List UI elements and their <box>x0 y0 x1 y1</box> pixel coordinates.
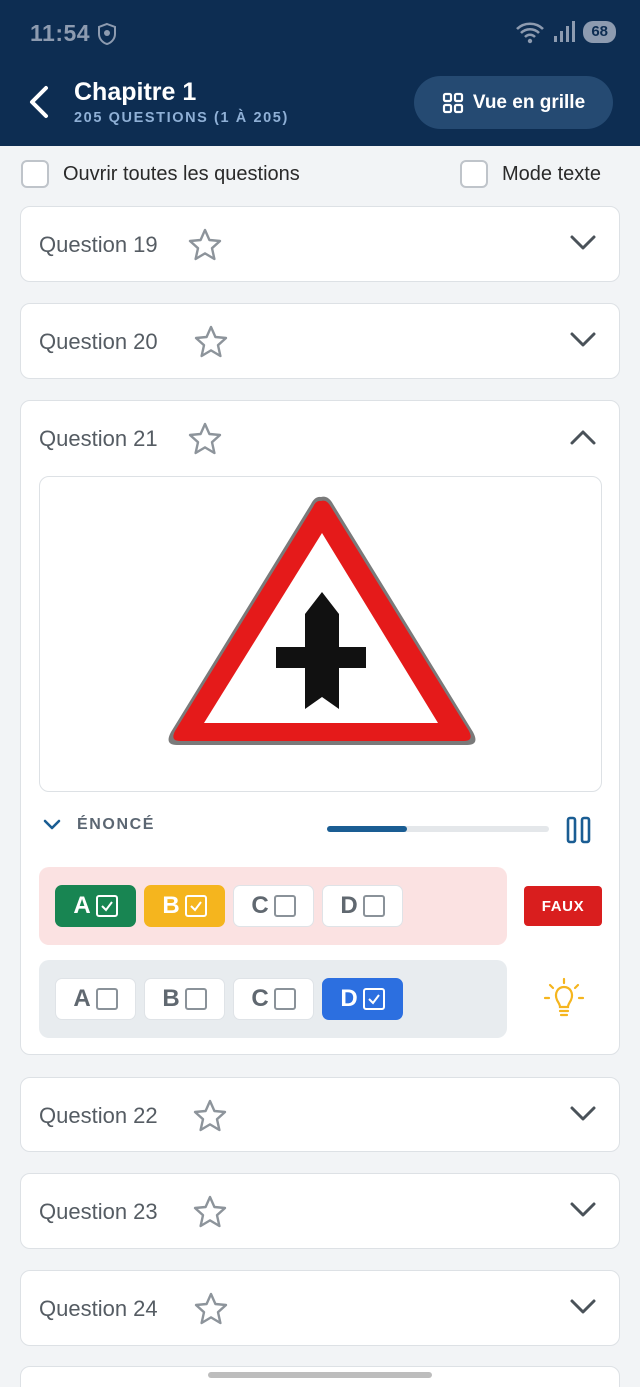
pause-icon[interactable] <box>565 815 593 845</box>
back-arrow-icon[interactable] <box>22 82 58 122</box>
chevron-down-icon[interactable] <box>569 1200 597 1220</box>
audio-progress-fill <box>327 826 407 832</box>
status-icons: 68 <box>515 20 616 44</box>
question-card: Question 23 <box>20 1173 620 1249</box>
question-card-expanded: Question 21 ÉNONCÉ A B C D FAUX A B C D <box>20 400 620 1055</box>
star-icon[interactable] <box>192 1098 228 1134</box>
grid-view-label: Vue en grille <box>472 91 586 113</box>
question-header[interactable]: Question 22 <box>21 1078 619 1153</box>
checkbox-icon <box>273 895 296 917</box>
checked-box-icon <box>95 895 118 917</box>
text-mode-option[interactable]: Mode texte <box>460 160 601 188</box>
question-card: Question 19 <box>20 206 620 282</box>
question-header[interactable]: Question 21 <box>21 401 619 476</box>
question-label: Question 20 <box>39 329 158 354</box>
open-all-option[interactable]: Ouvrir toutes les questions <box>21 160 300 188</box>
answer-d[interactable]: D <box>322 885 403 927</box>
signal-icon <box>554 21 576 42</box>
star-icon[interactable] <box>193 324 229 360</box>
statement-label: ÉNONCÉ <box>77 816 156 833</box>
question-card: Question 24 <box>20 1270 620 1346</box>
answer-a-selected[interactable]: A <box>55 885 136 927</box>
answer-b[interactable]: B <box>144 978 225 1020</box>
chapter-subtitle: 205 QUESTIONS (1 À 205) <box>74 110 289 126</box>
star-icon[interactable] <box>187 227 223 263</box>
chevron-down-icon[interactable] <box>569 1297 597 1317</box>
question-label: Question 24 <box>39 1296 158 1321</box>
status-time: 11:54 <box>30 20 91 46</box>
wifi-icon <box>516 22 545 44</box>
question-header[interactable]: Question 24 <box>21 1271 619 1346</box>
chevron-down-icon[interactable] <box>569 1104 597 1124</box>
question-label: Question 23 <box>39 1199 158 1224</box>
open-all-label: Ouvrir toutes les questions <box>63 162 300 185</box>
checkbox-icon <box>95 988 118 1010</box>
answer-d-correct[interactable]: D <box>322 978 403 1020</box>
checkbox-icon <box>273 988 296 1010</box>
grid-icon <box>442 92 463 113</box>
question-card: Question 22 <box>20 1077 620 1152</box>
checkbox-icon <box>184 988 207 1010</box>
audio-progress-bar[interactable] <box>327 826 549 832</box>
result-badge: FAUX <box>524 886 602 926</box>
question-label: Question 22 <box>39 1103 158 1128</box>
battery-indicator: 68 <box>583 21 616 43</box>
answer-a[interactable]: A <box>55 978 136 1020</box>
lightbulb-icon[interactable] <box>541 976 587 1022</box>
shield-icon <box>98 22 116 46</box>
chapter-title: Chapitre 1 <box>74 78 197 106</box>
checkbox-icon <box>362 895 385 917</box>
open-all-checkbox[interactable] <box>21 160 49 188</box>
chevron-up-icon[interactable] <box>569 427 597 447</box>
answer-c[interactable]: C <box>233 978 314 1020</box>
text-mode-label: Mode texte <box>502 162 601 185</box>
chevron-down-icon[interactable] <box>569 330 597 350</box>
answer-c[interactable]: C <box>233 885 314 927</box>
user-answers-row: A B C D <box>39 867 507 945</box>
correct-answers-row: A B C D <box>39 960 507 1038</box>
question-label: Question 21 <box>39 426 158 451</box>
text-mode-checkbox[interactable] <box>460 160 488 188</box>
star-icon[interactable] <box>192 1194 228 1230</box>
chevron-down-icon <box>43 819 61 830</box>
app-header: 11:54 68 Chapitre 1 205 QUESTIONS (1 À 2… <box>0 0 640 146</box>
answer-b-selected[interactable]: B <box>144 885 225 927</box>
chevron-down-icon[interactable] <box>569 233 597 253</box>
star-icon[interactable] <box>187 421 223 457</box>
star-icon[interactable] <box>193 1291 229 1327</box>
question-header[interactable]: Question 19 <box>21 207 619 282</box>
road-sign-priority-intersection <box>168 496 476 745</box>
question-header[interactable]: Question 20 <box>21 304 619 379</box>
question-card: Question 20 <box>20 303 620 379</box>
question-header[interactable]: Question 23 <box>21 1174 619 1249</box>
question-label: Question 19 <box>39 232 158 257</box>
question-image <box>39 476 602 792</box>
grid-view-button[interactable]: Vue en grille <box>414 76 613 129</box>
home-indicator[interactable] <box>208 1372 432 1378</box>
statement-toggle[interactable]: ÉNONCÉ <box>43 816 155 834</box>
checked-box-icon <box>184 895 207 917</box>
checked-box-icon <box>362 988 385 1010</box>
